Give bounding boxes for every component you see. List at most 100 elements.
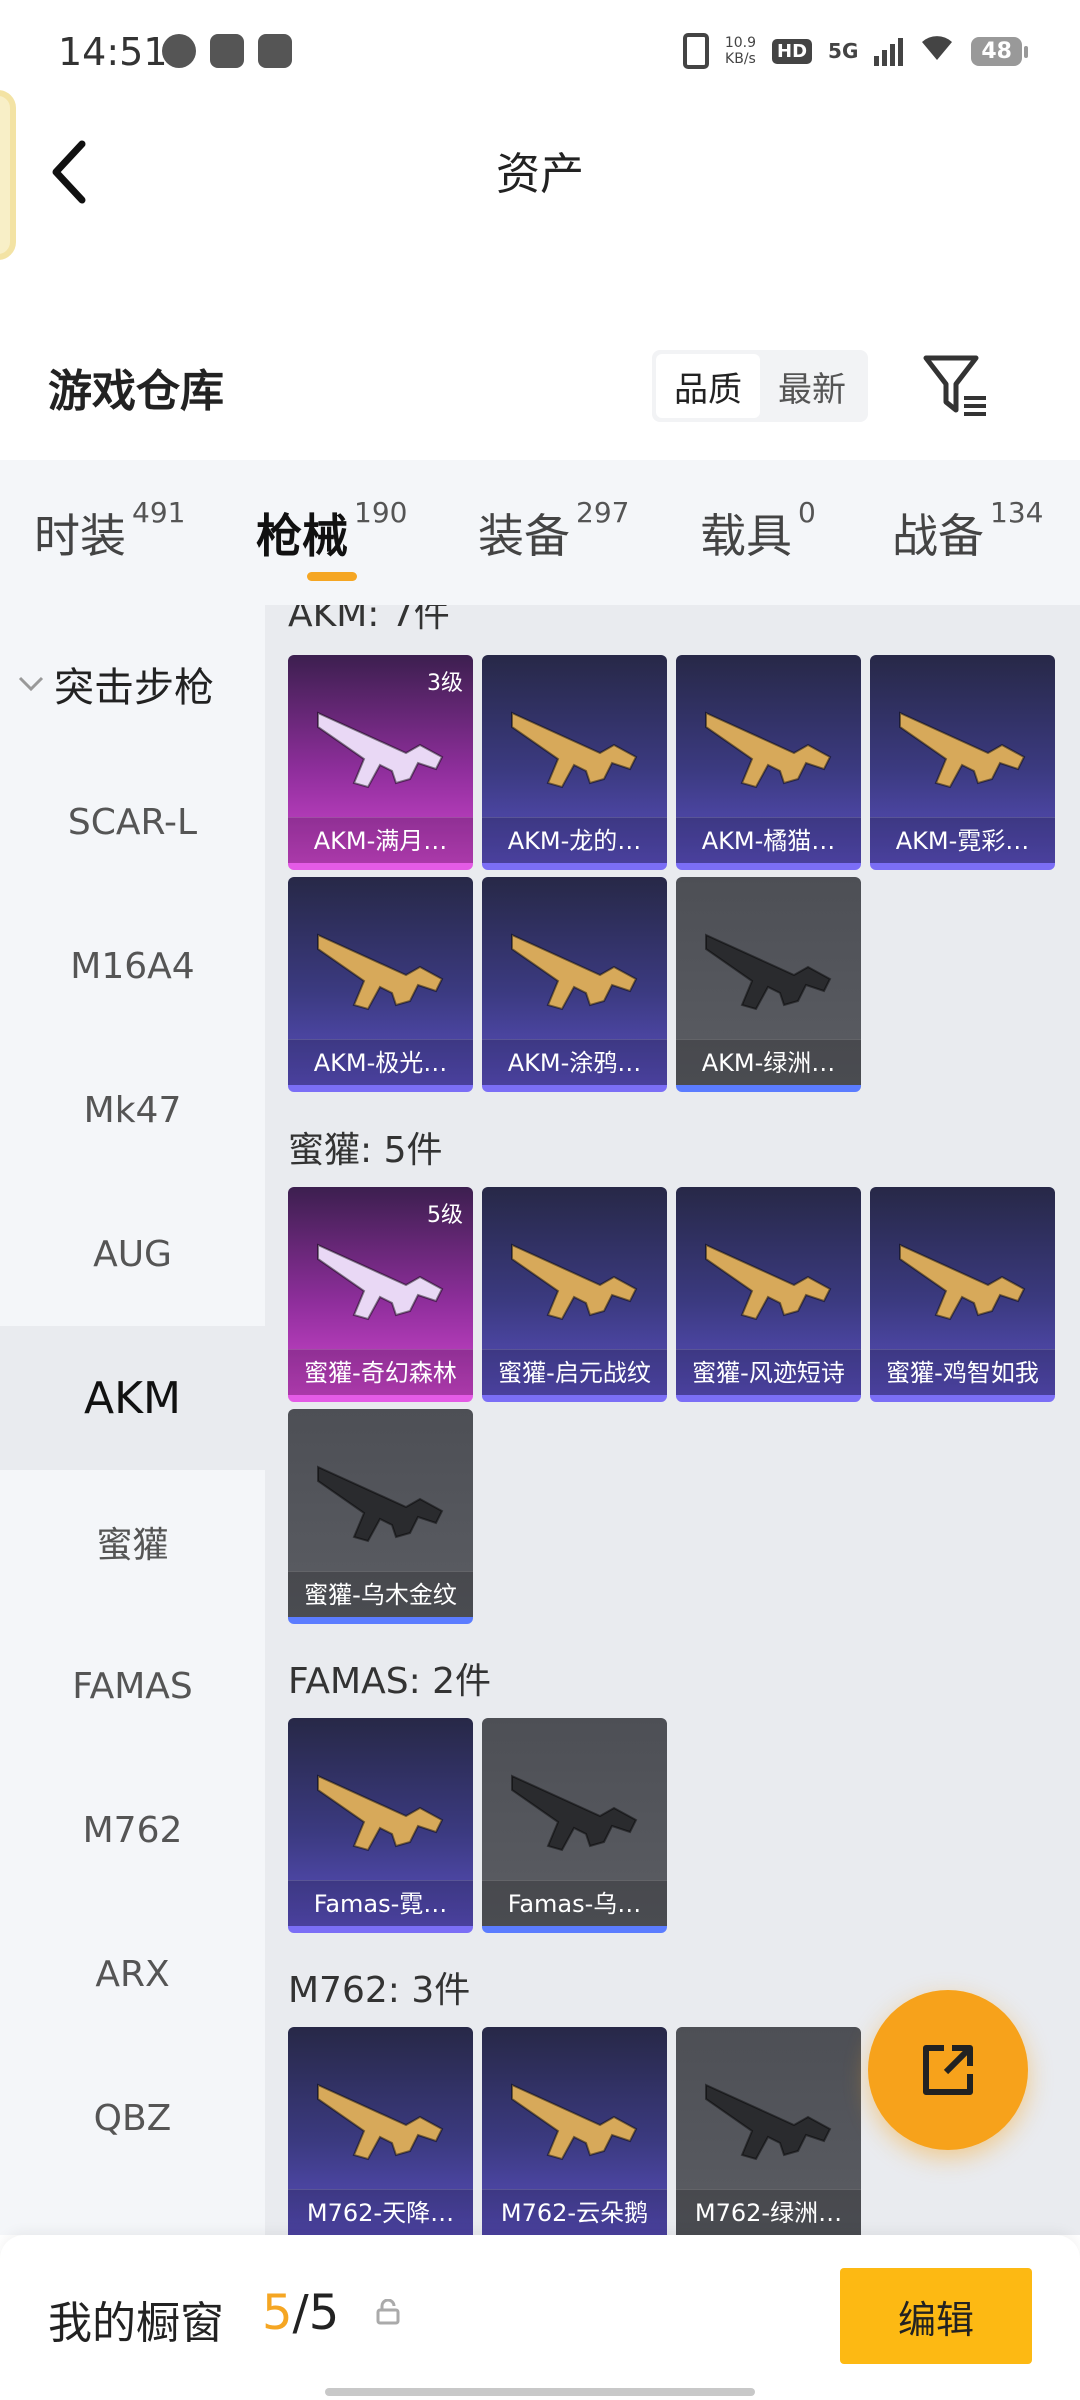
- section-title-m762: M762: 3件: [288, 1970, 471, 2011]
- skin-card[interactable]: 5级 蜜獾-奇幻森林: [288, 1187, 473, 1402]
- sidebar-item-m16a4[interactable]: M16A4: [0, 894, 265, 1038]
- sort-option-newest[interactable]: 最新: [760, 354, 864, 418]
- sidebar-item-honey-badger[interactable]: 蜜獾: [0, 1470, 265, 1614]
- rifle-icon: [504, 2055, 644, 2175]
- tab-firearms[interactable]: 枪械 190: [256, 496, 407, 566]
- sort-option-quality[interactable]: 品质: [656, 354, 760, 418]
- rifle-icon: [892, 683, 1032, 803]
- rifle-icon: [698, 683, 838, 803]
- skin-card[interactable]: AKM-极光…: [288, 877, 473, 1092]
- rifle-icon: [504, 683, 644, 803]
- weapon-sidebar: 突击步枪 SCAR-L M16A4 Mk47 AUG AKM 蜜獾 FAMAS …: [0, 605, 265, 2235]
- signal-icon: [874, 36, 904, 66]
- skin-name: AKM-涂鸦…: [482, 1039, 667, 1085]
- sidebar-item-arx[interactable]: ARX: [0, 1902, 265, 2046]
- section-title-famas: FAMAS: 2件: [288, 1661, 492, 1702]
- section-title-akm: AKM: 7件: [288, 605, 450, 635]
- home-indicator: [325, 2388, 755, 2396]
- rifle-icon: [310, 1746, 450, 1866]
- sidebar-item-scar-l[interactable]: SCAR-L: [0, 750, 265, 894]
- message-icon: [258, 34, 292, 68]
- showcase-bar: 我的橱窗 5/5 编辑: [0, 2235, 1080, 2400]
- tab-vehicles[interactable]: 载具 0: [700, 496, 816, 566]
- skin-card[interactable]: AKM-龙的…: [482, 655, 667, 870]
- network-speed-unit: KB/s: [725, 51, 756, 67]
- skin-card[interactable]: AKM-绿洲…: [676, 877, 861, 1092]
- sidebar-item-m762[interactable]: M762: [0, 1758, 265, 1902]
- showcase-label: 我的橱窗: [48, 2298, 224, 2349]
- smg-icon: [504, 1215, 644, 1335]
- skin-name: M762-云朵鹅: [482, 2189, 667, 2235]
- rifle-icon: [310, 683, 450, 803]
- nav-header: 资产: [0, 110, 1080, 230]
- showcase-total: 5: [308, 2285, 340, 2341]
- skin-name: 蜜獾-鸡智如我: [870, 1349, 1055, 1395]
- sidebar-group-assault-rifles[interactable]: 突击步枪: [18, 655, 214, 713]
- skin-name: 蜜獾-奇幻森林: [288, 1349, 473, 1395]
- app-notification-icon: [210, 34, 244, 68]
- skin-card[interactable]: Famas-霓…: [288, 1718, 473, 1933]
- filter-icon: [923, 355, 986, 416]
- rifle-icon: [310, 2055, 450, 2175]
- smg-icon: [892, 1215, 1032, 1335]
- tab-fashion[interactable]: 时装 491: [34, 496, 185, 566]
- skin-name: Famas-乌…: [482, 1880, 667, 1926]
- rifle-icon: [698, 2055, 838, 2175]
- smg-icon: [698, 1215, 838, 1335]
- sidebar-item-qbz[interactable]: QBZ: [0, 2046, 265, 2190]
- skin-card[interactable]: 蜜獾-鸡智如我: [870, 1187, 1055, 1402]
- rifle-icon: [310, 905, 450, 1025]
- showcase-current: 5: [262, 2285, 293, 2341]
- skin-card[interactable]: 蜜獾-乌木金纹: [288, 1409, 473, 1624]
- category-tabs: 时装 491 枪械 190 装备 297 载具 0 战备 134: [0, 460, 1080, 605]
- share-button[interactable]: [868, 1990, 1028, 2150]
- skin-card[interactable]: AKM-涂鸦…: [482, 877, 667, 1092]
- share-icon: [923, 2045, 973, 2095]
- skin-card[interactable]: M762-绿洲…: [676, 2027, 861, 2235]
- network-type: 5G: [828, 39, 859, 63]
- skin-card[interactable]: 蜜獾-启元战纹: [482, 1187, 667, 1402]
- wechat-icon: [162, 34, 196, 68]
- page-title: 资产: [496, 149, 584, 200]
- wifi-icon: [919, 32, 955, 70]
- filter-button[interactable]: [920, 350, 992, 422]
- network-speed: 10.9 KB/s: [725, 35, 756, 67]
- warehouse-title: 游戏仓库: [48, 366, 224, 417]
- sidebar-item-mk47[interactable]: Mk47: [0, 1038, 265, 1182]
- sidebar-item-famas[interactable]: FAMAS: [0, 1614, 265, 1758]
- skin-name: Famas-霓…: [288, 1880, 473, 1926]
- skin-name: M762-绿洲…: [676, 2189, 861, 2235]
- showcase-separator: /: [292, 2285, 309, 2341]
- skin-card[interactable]: 3级 AKM-满月…: [288, 655, 473, 870]
- skin-name: AKM-绿洲…: [676, 1039, 861, 1085]
- skin-name: AKM-霓彩…: [870, 817, 1055, 863]
- edit-button[interactable]: 编辑: [840, 2268, 1032, 2364]
- smg-icon: [310, 1215, 450, 1335]
- active-tab-indicator: [307, 572, 357, 581]
- skin-card[interactable]: Famas-乌…: [482, 1718, 667, 1933]
- skin-card[interactable]: 蜜獾-风迹短诗: [676, 1187, 861, 1402]
- section-title-honey-badger: 蜜獾: 5件: [288, 1130, 443, 1171]
- hd-icon: HD: [772, 38, 813, 64]
- skin-name: 蜜獾-风迹短诗: [676, 1349, 861, 1395]
- status-bar: 14:51 10.9 KB/s HD 5G 48: [0, 0, 1080, 110]
- chevron-down-icon: [18, 676, 44, 692]
- rifle-icon: [504, 1746, 644, 1866]
- skin-name: 蜜獾-乌木金纹: [288, 1571, 473, 1617]
- network-speed-value: 10.9: [724, 35, 757, 51]
- rifle-icon: [698, 905, 838, 1025]
- lock-icon: [376, 2299, 400, 2325]
- skin-card[interactable]: AKM-橘猫…: [676, 655, 861, 870]
- skin-name: M762-天降…: [288, 2189, 473, 2235]
- skin-card[interactable]: M762-天降…: [288, 2027, 473, 2235]
- tab-equipment[interactable]: 装备 297: [478, 496, 629, 566]
- notification-icons: [162, 34, 292, 68]
- sidebar-item-akm[interactable]: AKM: [0, 1326, 265, 1470]
- skin-card[interactable]: AKM-霓彩…: [870, 655, 1055, 870]
- skin-name: 蜜獾-启元战纹: [482, 1349, 667, 1395]
- skin-card[interactable]: M762-云朵鹅: [482, 2027, 667, 2235]
- tab-supplies[interactable]: 战备 134: [892, 496, 1043, 566]
- sidebar-item-aug[interactable]: AUG: [0, 1182, 265, 1326]
- showcase-count: 5/5: [262, 2285, 339, 2341]
- sort-toggle: 品质 最新: [652, 350, 868, 422]
